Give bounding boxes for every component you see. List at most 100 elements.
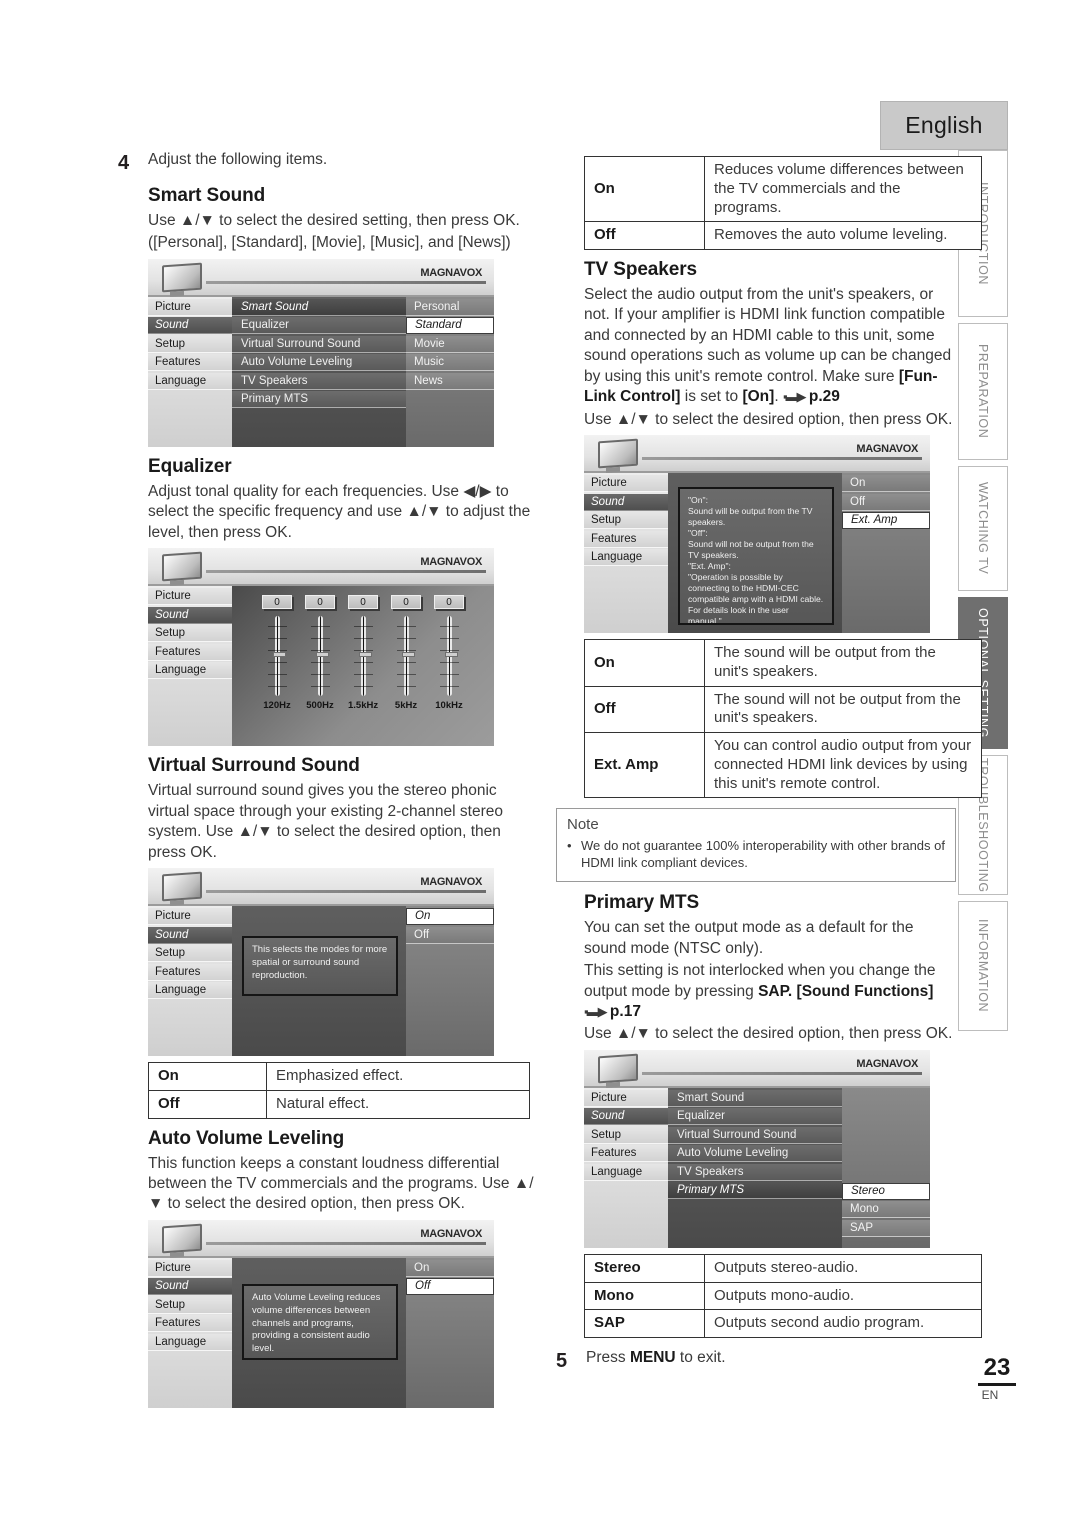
osd-item-equalizer[interactable]: Equalizer (232, 317, 406, 335)
osd-item-virtual-surround-sound[interactable]: Virtual Surround Sound (668, 1126, 842, 1144)
osd-auto-volume-leveling: MAGNAVOX Picture Sound Setup Features La… (148, 1219, 494, 1408)
tab-information[interactable]: INFORMATION (958, 901, 1008, 1031)
osd-item-primary-mts[interactable]: Primary MTS (668, 1182, 842, 1200)
tv-icon (162, 871, 202, 902)
osd-item-equalizer[interactable]: Equalizer (668, 1108, 842, 1126)
osd-item-smart-sound[interactable]: Smart Sound (232, 298, 406, 316)
osd-menu-setup[interactable]: Setup (148, 625, 232, 643)
eq-slider-10khz[interactable] (434, 616, 464, 697)
tvs-desc-on: The sound will be output from the unit's… (704, 639, 982, 687)
osd-option-on[interactable]: On (406, 908, 494, 926)
osd-menu-picture[interactable]: Picture (148, 588, 232, 606)
osd-menu-language[interactable]: Language (148, 982, 232, 1000)
osd-option-stereo[interactable]: Stereo (842, 1182, 930, 1200)
mts-key-sap: SAP (584, 1309, 705, 1339)
eq-value-1-5khz[interactable]: 0 (348, 595, 378, 610)
osd-menu-sound[interactable]: Sound (584, 1108, 668, 1126)
magnavox-logo: MAGNAVOX (420, 1227, 482, 1240)
eq-slider-5khz[interactable] (391, 616, 421, 697)
tv-speakers-body-part1: Select the audio output from the unit's … (584, 286, 952, 385)
primary-mts-page-ref[interactable]: p.17 (610, 1003, 641, 1020)
osd-item-tv-speakers[interactable]: TV Speakers (232, 372, 406, 390)
eq-slider-1-5khz[interactable] (348, 616, 378, 697)
osd-menu-features[interactable]: Features (148, 354, 232, 372)
osd-menu-sound[interactable]: Sound (148, 926, 232, 944)
vs-desc-on: Emphasized effect. (266, 1062, 530, 1091)
header-rule (206, 1241, 486, 1245)
osd-menu-sound[interactable]: Sound (584, 493, 668, 511)
osd-menu-sound[interactable]: Sound (148, 317, 232, 335)
tv-icon (162, 262, 202, 293)
tab-preparation[interactable]: PREPARATION (958, 323, 1008, 460)
tv-speakers-page-ref[interactable]: p.29 (809, 388, 840, 405)
osd-menu-language[interactable]: Language (148, 372, 232, 390)
table-tv-speakers-options: On The sound will be output from the uni… (584, 639, 982, 799)
eq-value-5khz[interactable]: 0 (391, 595, 421, 610)
table-row: Stereo Outputs stereo-audio. (584, 1253, 982, 1283)
osd-menu-language[interactable]: Language (148, 662, 232, 680)
osd-menu-picture[interactable]: Picture (148, 298, 232, 316)
osd-item-virtual-surround-sound[interactable]: Virtual Surround Sound (232, 335, 406, 353)
osd-option-movie[interactable]: Movie (406, 335, 494, 353)
osd-menu-setup[interactable]: Setup (584, 512, 668, 530)
osd-item-auto-volume-leveling[interactable]: Auto Volume Leveling (668, 1145, 842, 1163)
osd-help-area: "On": Sound will be output from the TV s… (668, 473, 842, 634)
virtual-surround-body: Virtual surround sound gives you the ste… (148, 782, 503, 861)
osd-menu-setup[interactable]: Setup (584, 1126, 668, 1144)
osd-header: MAGNAVOX (148, 258, 494, 297)
osd-left-menu: Picture Sound Setup Features Language (148, 906, 232, 1057)
osd-option-standard[interactable]: Standard (406, 317, 494, 335)
osd-menu-picture[interactable]: Picture (148, 1259, 232, 1277)
tv-speakers-on-value: [On] (742, 388, 775, 406)
eq-value-500hz[interactable]: 0 (305, 595, 335, 610)
osd-option-mono[interactable]: Mono (842, 1201, 930, 1219)
eq-value-120hz[interactable]: 0 (262, 595, 292, 610)
osd-menu-language[interactable]: Language (148, 1333, 232, 1351)
osd-menu-language[interactable]: Language (584, 1163, 668, 1181)
osd-menu-features[interactable]: Features (148, 643, 232, 661)
osd-item-tv-speakers[interactable]: TV Speakers (668, 1163, 842, 1181)
osd-item-primary-mts[interactable]: Primary MTS (232, 391, 406, 409)
osd-menu-setup[interactable]: Setup (148, 1296, 232, 1314)
step-5-number: 5 (556, 1350, 568, 1373)
osd-option-on[interactable]: On (842, 475, 930, 493)
osd-menu-features[interactable]: Features (584, 1145, 668, 1163)
osd-left-menu: Picture Sound Setup Features Language (584, 1087, 668, 1248)
eq-slider-500hz[interactable] (305, 616, 335, 697)
osd-item-smart-sound[interactable]: Smart Sound (668, 1089, 842, 1107)
osd-menu-sound[interactable]: Sound (148, 1278, 232, 1296)
osd-option-news[interactable]: News (406, 372, 494, 390)
osd-option-on[interactable]: On (406, 1259, 494, 1277)
osd-menu-setup[interactable]: Setup (148, 945, 232, 963)
osd-header: MAGNAVOX (148, 868, 494, 907)
osd-option-personal[interactable]: Personal (406, 298, 494, 316)
header-rule (642, 457, 922, 461)
primary-mts-body-3: Use ▲/▼ to select the desired option, th… (584, 1025, 953, 1043)
osd-menu-language[interactable]: Language (584, 549, 668, 567)
osd-menu-picture[interactable]: Picture (148, 908, 232, 926)
osd-item-auto-volume-leveling[interactable]: Auto Volume Leveling (232, 354, 406, 372)
osd-option-music[interactable]: Music (406, 354, 494, 372)
magnavox-logo: MAGNAVOX (420, 556, 482, 569)
tv-speakers-body-part3: . (774, 388, 783, 406)
osd-menu-features[interactable]: Features (584, 530, 668, 548)
eq-label-1-5khz: 1.5kHz (348, 700, 379, 712)
osd-option-off[interactable]: Off (406, 1278, 494, 1296)
eq-value-10khz[interactable]: 0 (434, 595, 464, 610)
osd-left-menu: Picture Sound Setup Features Language (148, 1257, 232, 1408)
vs-key-on: On (148, 1062, 267, 1091)
equalizer-panel: 0 0 0 0 0 120Hz 500Hz 1.5kHz 5kHz 10kHz (232, 586, 494, 747)
eq-slider-120hz[interactable] (262, 616, 292, 697)
osd-middle-menu: Smart Sound Equalizer Virtual Surround S… (668, 1087, 842, 1248)
osd-menu-picture[interactable]: Picture (584, 475, 668, 493)
osd-menu-features[interactable]: Features (148, 963, 232, 981)
osd-menu-setup[interactable]: Setup (148, 335, 232, 353)
osd-menu-features[interactable]: Features (148, 1315, 232, 1333)
osd-option-ext-amp[interactable]: Ext. Amp (842, 512, 930, 530)
tab-watching-tv[interactable]: WATCHING TV (958, 466, 1008, 591)
osd-option-off[interactable]: Off (842, 493, 930, 511)
osd-option-off[interactable]: Off (406, 926, 494, 944)
osd-menu-picture[interactable]: Picture (584, 1089, 668, 1107)
osd-menu-sound[interactable]: Sound (148, 606, 232, 624)
osd-option-sap[interactable]: SAP (842, 1219, 930, 1237)
